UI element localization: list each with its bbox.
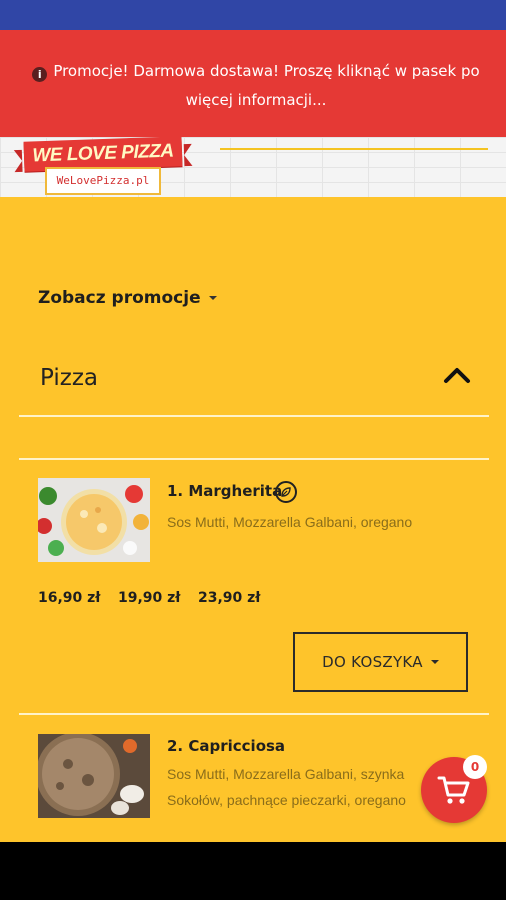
item-description: Sos Mutti, Mozzarella Galbani, szynka So… [167,766,406,808]
promotions-dropdown-label: Zobacz promocje [38,288,201,308]
menu-content[interactable]: Zobacz promocje Pizza 1. Margherita Sos … [0,197,506,842]
section-divider [19,458,489,460]
leaf-icon [275,481,297,503]
promo-banner-text: Promocje! Darmowa dostawa! Proszę klikną… [53,62,480,109]
status-bar [0,0,506,30]
price-small[interactable]: 16,90 zł [38,590,101,606]
promotions-dropdown[interactable]: Zobacz promocje [38,288,217,308]
caret-down-icon [430,660,439,664]
add-to-cart-label: DO KOSZYKA [322,653,423,671]
section-title: Pizza [40,365,98,391]
cart-count-badge: 0 [463,755,487,779]
price-large[interactable]: 23,90 zł [198,590,261,606]
item-name[interactable]: 1. Margherita [167,482,282,500]
header-divider [220,148,488,150]
section-header-pizza[interactable]: Pizza [19,347,489,415]
info-icon: i [32,67,48,82]
margherita-image[interactable] [38,478,150,562]
section-divider [19,415,489,417]
navigation-bar [0,842,506,900]
caret-down-icon [208,296,217,300]
item-description: Sos Mutti, Mozzarella Galbani, oregano [167,514,413,530]
site-header: WE LOVE PIZZA WeLovePizza.pl [0,137,506,197]
add-to-cart-button[interactable]: DO KOSZYKA [293,632,468,692]
logo-brand-text: WE LOVE PIZZA [32,140,174,167]
capricciosa-image[interactable] [38,734,150,818]
item-name[interactable]: 2. Capricciosa [167,737,285,755]
item-divider [19,713,489,715]
chevron-up-icon[interactable] [443,365,471,390]
cart-icon [437,776,470,804]
logo-site-label: WeLovePizza.pl [45,167,161,195]
promo-banner[interactable]: i Promocje! Darmowa dostawa! Proszę klikn… [0,30,506,137]
price-medium[interactable]: 19,90 zł [118,590,181,606]
